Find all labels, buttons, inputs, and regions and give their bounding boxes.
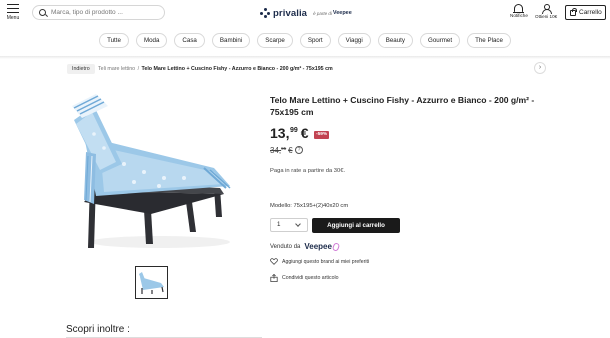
quantity-value: 1 [277,221,281,228]
category-moda[interactable]: Moda [135,33,168,48]
nav-divider [0,56,610,59]
user-icon [541,4,552,14]
category-gourmet[interactable]: Gourmet [420,33,461,48]
back-button[interactable]: Indietro [67,64,95,74]
share-button[interactable]: Condividi questo articolo [270,274,339,282]
favorite-brand-label: Aggiungi questo brand ai miei preferiti [282,258,370,265]
category-sport[interactable]: Sport [299,33,331,48]
cart-button[interactable]: Carrello [565,5,606,20]
old-price-decimals: 95 [281,146,287,151]
discover-heading: Scopri inoltre : [66,324,130,335]
cart-label: Carrello [579,9,602,16]
brand-parent: Veepee [332,10,352,16]
privalia-logo-icon [260,8,270,18]
seller-name: Veepee [304,242,332,251]
old-price-currency: € [288,146,293,155]
category-casa[interactable]: Casa [174,33,205,48]
installments-text: Paga in rate a partire da 30€. [270,168,346,174]
menu-label: Menu [6,15,20,21]
heart-icon [270,258,278,265]
search-icon [39,9,46,16]
category-tutte[interactable]: Tutte [99,33,129,48]
product-thumbnail[interactable] [135,266,168,299]
old-price: 34, 95 € [270,146,293,155]
discount-badge: -59% [314,131,330,139]
category-bambini[interactable]: Bambini [211,33,251,48]
sold-by: Venduto da Veepee [270,241,341,252]
add-to-cart-button[interactable]: Aggiungi al carrello [312,218,400,233]
search-input[interactable] [51,7,161,18]
notifications-label: Notifiche [510,13,528,18]
category-the-place[interactable]: The Place [467,33,511,48]
thumbnail-image [139,272,164,294]
chevron-down-icon [295,221,301,227]
share-label: Condividi questo articolo [282,275,339,281]
price-currency: € [300,125,309,141]
chevron-right-icon: › [538,64,542,71]
category-scarpe[interactable]: Scarpe [257,33,293,48]
account-button[interactable]: Ottieni 10€ [535,4,557,19]
category-nav: Tutte Moda Casa Bambini Scarpe Sport Via… [0,33,610,49]
category-viaggi[interactable]: Viaggi [337,33,371,48]
brand-part-text: è parte di [313,10,332,16]
product-image[interactable] [64,92,242,254]
next-product-button[interactable]: › [534,62,546,74]
search-bar[interactable] [32,5,165,20]
breadcrumb-separator: / [137,66,140,72]
favorite-brand-button[interactable]: Aggiungi questo brand ai miei preferiti [270,258,369,265]
current-price: 13, 99 € [270,126,309,140]
breadcrumb-parent[interactable]: Teli mare lettino [98,66,135,72]
old-price-integer: 34, [270,146,282,155]
share-icon [270,274,278,282]
brand-logo[interactable]: privalia è parte di Veepee [260,6,352,20]
price-integer: 13, [270,125,290,141]
brand-name: privalia [273,7,308,19]
bag-icon [570,7,577,16]
category-beauty[interactable]: Beauty [377,33,413,48]
notifications-button[interactable]: Notifiche [510,4,528,18]
bell-icon [513,4,525,13]
model-label: Modello: 75x195+(2)40x20 cm [270,203,349,209]
info-icon[interactable]: ? [295,146,303,154]
top-header: Menu privalia è parte di Veepee Notifich… [0,0,610,28]
quantity-select[interactable]: 1 [270,218,308,232]
breadcrumb-current: Telo Mare Lettino + Cuscino Fishy - Azzu… [141,66,333,72]
menu-button[interactable]: Menu [5,4,21,21]
product-title: Telo Mare Lettino + Cuscino Fishy - Azzu… [270,95,535,117]
account-label: Ottieni 10€ [535,14,558,19]
breadcrumb: Teli mare lettino / Telo Mare Lettino + … [98,65,333,73]
price-decimals: 99 [289,127,298,134]
sold-by-label: Venduto da [270,243,301,250]
menu-icon [7,4,19,14]
veepee-logo-icon [331,241,341,252]
